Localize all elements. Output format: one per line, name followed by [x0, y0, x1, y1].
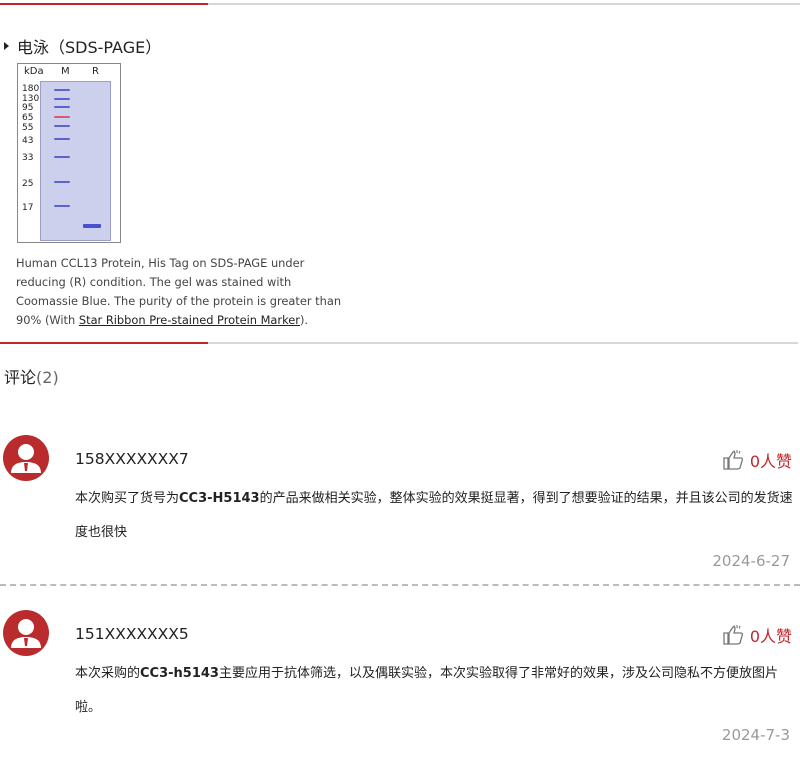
like-count: 0人赞 [749, 452, 792, 471]
marker-label: 180 [22, 84, 40, 94]
gel-lane-area [40, 81, 111, 241]
marker-band [54, 116, 70, 118]
marker-label: 55 [22, 123, 34, 133]
sample-band [83, 224, 101, 228]
gel-caption: Human CCL13 Protein, His Tag on SDS-PAGE… [16, 254, 356, 330]
marker-band [54, 125, 70, 127]
top-divider-accent [0, 3, 208, 5]
comments-label: 评论 [4, 368, 37, 387]
thumbs-up-icon [723, 625, 743, 645]
marker-band [54, 106, 70, 108]
comments-divider [0, 342, 798, 344]
comment-text: 本次购买了货号为CC3-H5143的产品来做相关实验，整体实验的效果挺显著，得到… [75, 482, 795, 550]
comment-date: 2024-7-3 [721, 726, 790, 744]
comment-username: 151XXXXXXX5 [75, 625, 189, 643]
comments-title: 评论(2) [4, 364, 59, 388]
marker-label: 65 [22, 113, 34, 123]
comment-text-pre: 本次采购的 [75, 666, 141, 681]
user-avatar-icon [3, 610, 49, 656]
gel-lane-label-m: M [61, 66, 70, 77]
gel-lane-label-r: R [92, 66, 99, 77]
marker-label: 43 [22, 136, 34, 146]
comments-count: (2) [36, 368, 59, 387]
sds-page-gel-image: kDa M R 180 130 95 65 55 43 33 25 17 [17, 63, 121, 243]
product-code: CC3-H5143 [179, 491, 260, 506]
marker-band [54, 98, 70, 100]
caption-end: ). [299, 313, 309, 327]
marker-band [54, 156, 70, 158]
comment-separator [0, 584, 800, 586]
comment-username: 158XXXXXXX7 [75, 450, 189, 468]
gel-unit-label: kDa [24, 66, 44, 77]
like-count: 0人赞 [749, 627, 792, 646]
marker-label: 33 [22, 153, 34, 163]
marker-link[interactable]: Star Ribbon Pre-stained Protein Marker [79, 313, 300, 327]
triangle-bullet-icon [4, 42, 9, 50]
comment-text-pre: 本次购买了货号为 [75, 491, 180, 506]
section-title-text: 电泳（SDS-PAGE） [17, 38, 162, 57]
like-button[interactable]: 0人赞 [722, 448, 792, 472]
thumbs-up-icon [723, 450, 743, 470]
product-code: CC3-h5143 [140, 666, 219, 681]
like-button[interactable]: 0人赞 [722, 623, 792, 647]
comments-divider-accent [0, 342, 208, 344]
marker-band [54, 89, 70, 91]
marker-band [54, 181, 70, 183]
section-title: 电泳（SDS-PAGE） [4, 34, 161, 58]
marker-band [54, 138, 70, 140]
top-divider [0, 3, 800, 5]
marker-label: 25 [22, 179, 34, 189]
marker-label: 17 [22, 203, 34, 213]
user-avatar-icon [3, 435, 49, 481]
marker-band [54, 205, 70, 207]
comment-text: 本次采购的CC3-h5143主要应用于抗体筛选，以及偶联实验，本次实验取得了非常… [75, 657, 795, 725]
comment-date: 2024-6-27 [712, 552, 790, 570]
marker-label: 95 [22, 103, 34, 113]
